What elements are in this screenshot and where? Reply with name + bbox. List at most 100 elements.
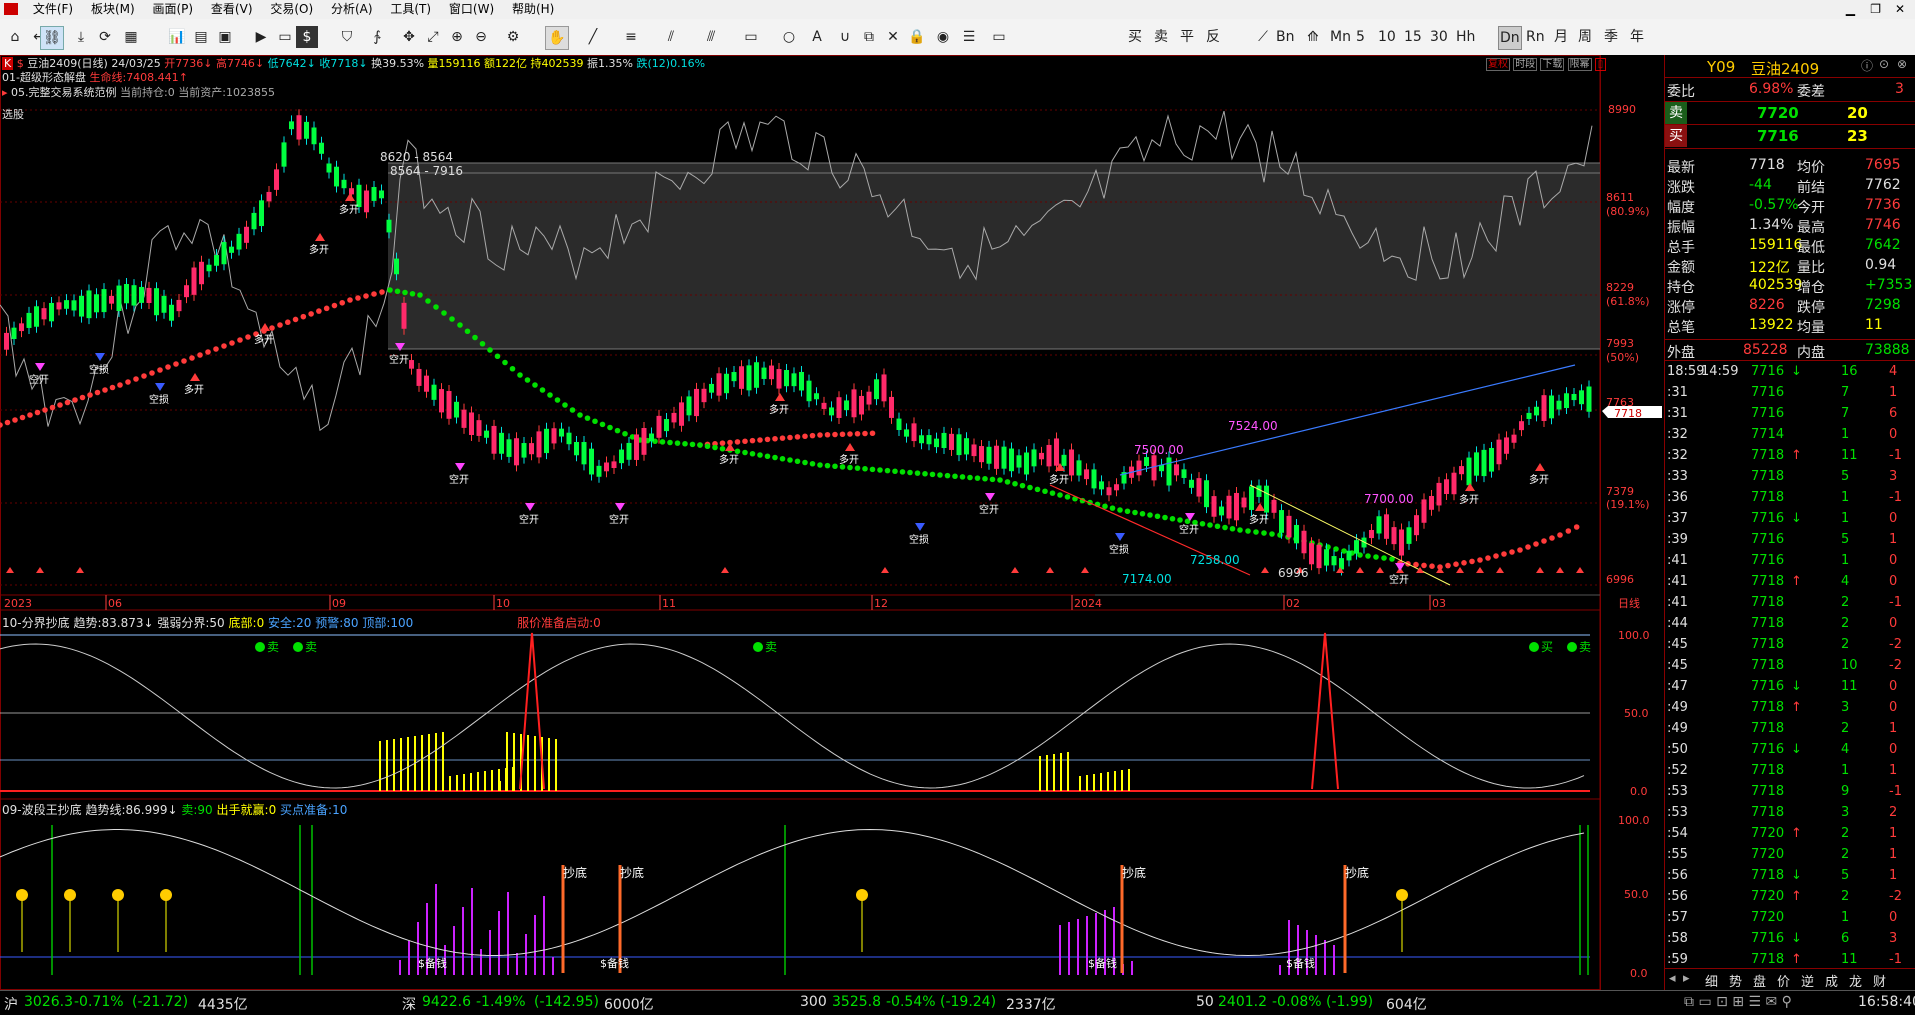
kline-icon[interactable]: 📊 — [166, 26, 188, 48]
dollar-icon[interactable]: $ — [296, 26, 318, 48]
period-day[interactable]: Dn — [1498, 26, 1522, 50]
quick-sell-button[interactable]: 卖 — [1154, 26, 1168, 48]
zoom-out-icon[interactable]: ⊖ — [470, 26, 492, 48]
hand-icon[interactable]: ✋ — [545, 26, 569, 50]
gear-icon[interactable]: ⚙ — [502, 26, 524, 48]
delete-icon[interactable]: ✕ — [882, 26, 904, 48]
indicator-name[interactable]: 01-超级形态解盘 — [2, 71, 86, 84]
grid-icon[interactable]: ▦ — [120, 26, 142, 48]
circle-tool-icon[interactable]: ○ — [778, 26, 800, 48]
i50-label[interactable]: 50 — [1196, 994, 1214, 1010]
period-hour[interactable]: Hh — [1456, 26, 1475, 48]
menu-help[interactable]: 帮助(H) — [505, 0, 561, 19]
tab-price[interactable]: 价 — [1777, 971, 1790, 990]
tab-trend[interactable]: 势 — [1729, 971, 1742, 990]
chart-area[interactable]: 空开 空损 空损 多开 多开 多开 多开 空开 空开 空开 空开 多开 多开 多开 空损 空开 多开 空损 空开 多开… — [0, 55, 1664, 990]
filter-icon[interactable]: ⛉ — [336, 26, 358, 48]
close-panel-icon[interactable]: ⊗ — [1897, 57, 1907, 71]
menu-analysis[interactable]: 分析(A) — [324, 0, 380, 19]
tab-adjust[interactable]: 复权 — [1486, 58, 1510, 71]
select-stock-tag[interactable]: 选股 — [2, 106, 24, 122]
minimize-button[interactable]: ▁ — [1846, 0, 1855, 19]
period-quarter[interactable]: 季 — [1604, 26, 1618, 48]
ind2-title[interactable]: 09-波段王抄底 — [2, 803, 82, 817]
tick-row: :31 7716 7 6 — [1665, 403, 1915, 424]
play-icon[interactable]: ▶ — [250, 26, 272, 48]
text-tool-icon[interactable]: A — [806, 26, 828, 48]
tab-finance[interactable]: 财 — [1873, 971, 1886, 990]
home-icon[interactable]: ⌂ — [4, 26, 26, 48]
system-name[interactable]: 05.完整交易系统范例 — [11, 86, 117, 99]
menu-sector[interactable]: 板块(M) — [84, 0, 142, 19]
fib-tool-icon[interactable]: ⫽ — [660, 26, 682, 48]
tick-oi: -1 — [1889, 784, 1902, 799]
magnet-icon[interactable]: ∪ — [834, 26, 856, 48]
period-rn[interactable]: Rn — [1526, 26, 1545, 48]
i300-label[interactable]: 300 — [800, 994, 827, 1010]
period-15[interactable]: 15 — [1404, 26, 1422, 48]
line-chart-icon[interactable]: ⟋ — [1252, 26, 1274, 48]
period-30[interactable]: 30 — [1430, 26, 1448, 48]
ask-row[interactable]: 卖 7720 20 — [1665, 102, 1915, 125]
restore-button[interactable]: ❐ — [1870, 0, 1881, 19]
copy-icon[interactable]: ⧉ — [858, 26, 880, 48]
close-button[interactable]: ✕ — [1895, 0, 1905, 19]
quick-close-button[interactable]: 平 — [1180, 26, 1194, 48]
period-10[interactable]: 10 — [1378, 26, 1396, 48]
order-icon[interactable]: ☰ — [958, 26, 980, 48]
bid-row[interactable]: 买 7716 23 — [1665, 125, 1915, 147]
parallel-tool-icon[interactable]: ⫻ — [700, 26, 722, 48]
link-icon[interactable]: ⛓ — [40, 26, 64, 50]
menu-trade[interactable]: 交易(O) — [263, 0, 320, 19]
refresh-icon[interactable]: ⟳ — [94, 26, 116, 48]
menu-view[interactable]: 查看(V) — [204, 0, 260, 19]
lock-icon[interactable]: 🔒 — [906, 26, 928, 48]
tab-download[interactable]: 下载 — [1540, 58, 1565, 71]
period-week[interactable]: 周 — [1578, 26, 1592, 48]
tab-next-icon[interactable]: ▸ — [1683, 971, 1690, 986]
doc-icon[interactable]: ▭ — [274, 26, 296, 48]
quick-reverse-button[interactable]: 反 — [1206, 26, 1220, 48]
tab-reverse[interactable]: 逆 — [1801, 971, 1814, 990]
picture-icon[interactable]: ▣ — [214, 26, 236, 48]
line-tool-icon[interactable]: ╱ — [582, 26, 604, 48]
window-icon[interactable]: ▭ — [988, 26, 1010, 48]
panel-toggle-icon[interactable]: ▯ — [1594, 58, 1607, 71]
kline-chart[interactable]: 空开空损空损多开多开多开多开空开空开空开 空开多开多开多开空损空开多开空损空开多开… — [0, 55, 1664, 990]
fit-icon[interactable]: ⤢ — [422, 26, 444, 48]
menu-window[interactable]: 窗口(W) — [442, 0, 501, 19]
formula-icon[interactable]: ∱ — [366, 26, 388, 48]
quick-buy-button[interactable]: 买 — [1128, 26, 1142, 48]
settings-icon[interactable]: ⊙ — [1879, 57, 1889, 71]
sz-label[interactable]: 深 — [402, 994, 416, 1014]
ind1-title[interactable]: 10-分界抄底 — [2, 616, 70, 630]
tab-dragon[interactable]: 龙 — [1849, 971, 1862, 990]
info-icon[interactable]: ⓘ — [1861, 57, 1873, 74]
board-icon[interactable]: ▤ — [190, 26, 212, 48]
move-icon[interactable]: ✥ — [398, 26, 420, 48]
tab-deal[interactable]: 成 — [1825, 971, 1838, 990]
period-5[interactable]: 5 — [1356, 26, 1365, 48]
candle-icon[interactable]: ⟰ — [1302, 26, 1324, 48]
download-icon[interactable]: ⤓ — [70, 26, 92, 48]
menu-tools[interactable]: 工具(T) — [383, 0, 438, 19]
sell-signal: 卖 — [305, 640, 317, 654]
sh-label[interactable]: 沪 — [4, 994, 18, 1014]
tab-session[interactable]: 时段 — [1513, 58, 1538, 71]
rect-tool-icon[interactable]: ▭ — [740, 26, 762, 48]
zoom-in-icon[interactable]: ⊕ — [446, 26, 468, 48]
tab-detail[interactable]: 细 — [1705, 971, 1718, 990]
status-icons[interactable]: ⧉ ▭ ⊡ ⊞ ☰ ✉ ⚲ — [1684, 994, 1792, 1010]
tab-board[interactable]: 盘 — [1753, 971, 1766, 990]
tab-prev-icon[interactable]: ◂ — [1669, 971, 1676, 986]
period-bn[interactable]: Bn — [1276, 26, 1294, 48]
tab-limit[interactable]: 限幂 — [1567, 58, 1592, 71]
eye-icon[interactable]: ◉ — [932, 26, 954, 48]
channel-tool-icon[interactable]: ≡ — [620, 26, 642, 48]
tick-price: 7718 — [1751, 700, 1785, 715]
period-year[interactable]: 年 — [1630, 26, 1644, 48]
menu-screen[interactable]: 画面(P) — [145, 0, 200, 19]
period-mn[interactable]: Mn — [1330, 26, 1351, 48]
menu-file[interactable]: 文件(F) — [26, 0, 80, 19]
period-month[interactable]: 月 — [1554, 26, 1568, 48]
